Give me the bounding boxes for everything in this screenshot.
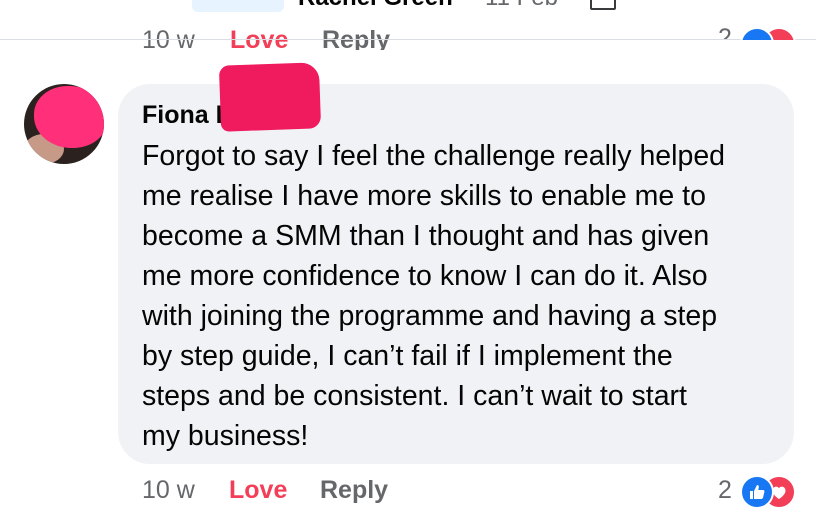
reactions-summary[interactable]: 2 <box>718 474 808 509</box>
love-button[interactable]: Love <box>229 476 287 505</box>
comment-text: Forgot to say I feel the challenge reall… <box>142 136 782 456</box>
comment-line: me realise I have more skills to enable … <box>142 180 706 212</box>
avatar-redaction <box>34 86 104 148</box>
reply-button[interactable]: Reply <box>320 476 388 505</box>
comment-line: me more confidence to know I can do it. … <box>142 260 708 292</box>
previous-love-button[interactable]: Love <box>230 26 288 50</box>
image-icon <box>590 0 616 10</box>
comment-line: become a SMM than I thought and has give… <box>142 220 710 252</box>
admin-badge: Admin <box>192 0 284 12</box>
comment-line: with joining the programme and having a … <box>142 300 718 332</box>
previous-comment-time[interactable]: 10 w <box>142 26 195 50</box>
previous-comment-date[interactable]: 11 Feb <box>485 0 558 12</box>
previous-comment-author[interactable]: Rachel Green <box>298 0 453 12</box>
previous-reactions[interactable]: 2 <box>718 20 808 40</box>
divider <box>0 39 816 40</box>
comment-line: Forgot to say I feel the challenge reall… <box>142 140 726 172</box>
like-icon <box>740 475 774 509</box>
name-redaction <box>218 62 322 132</box>
reaction-count: 2 <box>718 476 732 504</box>
avatar[interactable] <box>24 84 104 164</box>
comment-line: by step guide, I can’t fail if I impleme… <box>142 340 673 372</box>
previous-reply-button[interactable]: Reply <box>322 26 390 50</box>
comment-line: steps and be consistent. I can’t wait to… <box>142 380 687 412</box>
previous-comment-actions: 10 w Love Reply <box>142 16 812 50</box>
comment-time[interactable]: 10 w <box>142 476 195 505</box>
previous-reaction-count: 2 <box>718 24 732 40</box>
comment-actions: 10 w Love Reply <box>142 474 802 508</box>
comment-line: my business! <box>142 420 309 452</box>
